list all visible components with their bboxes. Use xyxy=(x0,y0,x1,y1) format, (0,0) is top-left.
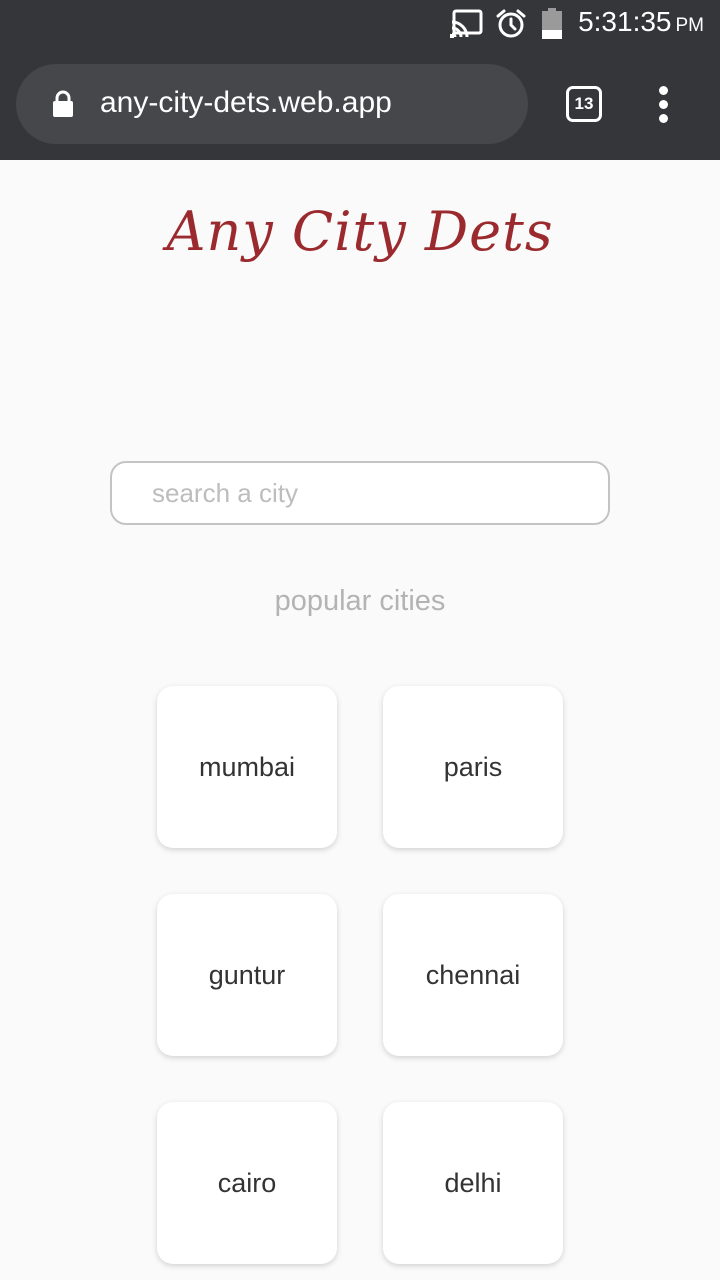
address-bar[interactable]: any-city-dets.web.app xyxy=(16,64,528,144)
city-card-chennai[interactable]: chennai xyxy=(383,894,563,1056)
menu-icon[interactable] xyxy=(648,84,680,124)
tab-switcher-button[interactable]: 13 xyxy=(566,86,602,122)
lock-icon xyxy=(52,90,74,123)
city-card-cairo[interactable]: cairo xyxy=(157,1102,337,1264)
app-title: Any City Dets xyxy=(166,200,554,263)
search-input[interactable] xyxy=(110,461,610,525)
status-clock: 5:31:35 PM xyxy=(578,6,704,38)
url-text: any-city-dets.web.app xyxy=(100,86,392,119)
battery-icon xyxy=(541,8,563,45)
page-content: Any City Dets popular cities mumbai pari… xyxy=(0,160,720,1280)
city-card-delhi[interactable]: delhi xyxy=(383,1102,563,1264)
status-bar: 5:31:35 PM xyxy=(0,0,720,50)
cast-icon xyxy=(450,8,484,43)
browser-chrome: 5:31:35 PM any-city-dets.web.app 13 xyxy=(0,0,720,160)
popular-cities-label: popular cities xyxy=(274,585,446,617)
city-card-paris[interactable]: paris xyxy=(383,686,563,848)
status-time: 5:31:35 xyxy=(578,6,672,37)
status-ampm: PM xyxy=(675,15,705,36)
city-card-guntur[interactable]: guntur xyxy=(157,894,337,1056)
city-grid: mumbai paris guntur chennai cairo delhi xyxy=(157,686,563,1264)
city-card-mumbai[interactable]: mumbai xyxy=(157,686,337,848)
alarm-icon xyxy=(495,8,527,45)
